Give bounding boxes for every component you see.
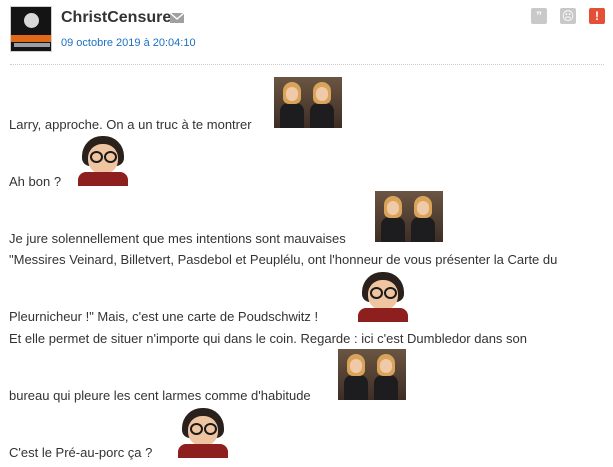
message-line: bureau qui pleure les cent larmes comme … bbox=[9, 388, 311, 403]
alert-icon[interactable]: ! bbox=[589, 8, 605, 24]
message-line: "Messires Veinard, Billetvert, Pasdebol … bbox=[9, 252, 558, 267]
message-line: Et elle permet de situer n'importe qui d… bbox=[9, 331, 528, 346]
smiley-icon[interactable]: ☹ bbox=[560, 8, 576, 24]
message-line: Ah bon ? bbox=[9, 174, 62, 189]
message-line: Pleurnicheur !" Mais, c'est une carte de… bbox=[9, 309, 319, 324]
harry-sticker bbox=[352, 270, 414, 322]
harry-sticker bbox=[172, 406, 234, 458]
forum-post: ChristCensure 09 octobre 2019 à 20:04:10… bbox=[0, 0, 613, 467]
author-username[interactable]: ChristCensure bbox=[61, 9, 171, 27]
envelope-icon[interactable] bbox=[170, 13, 184, 23]
harry-sticker bbox=[72, 134, 134, 186]
post-date[interactable]: 09 octobre 2019 à 20:04:10 bbox=[61, 37, 196, 49]
divider bbox=[10, 64, 604, 65]
avatar[interactable] bbox=[10, 6, 52, 52]
twins-sticker bbox=[375, 191, 443, 242]
twins-sticker bbox=[338, 349, 406, 400]
twins-sticker bbox=[274, 77, 342, 128]
message-line: Larry, approche. On a un truc à te montr… bbox=[9, 117, 252, 132]
message-line: C'est le Pré-au-porc ça ? bbox=[9, 445, 153, 460]
message-line: Je jure solennellement que mes intention… bbox=[9, 231, 346, 246]
quote-icon[interactable]: ” bbox=[531, 8, 547, 24]
